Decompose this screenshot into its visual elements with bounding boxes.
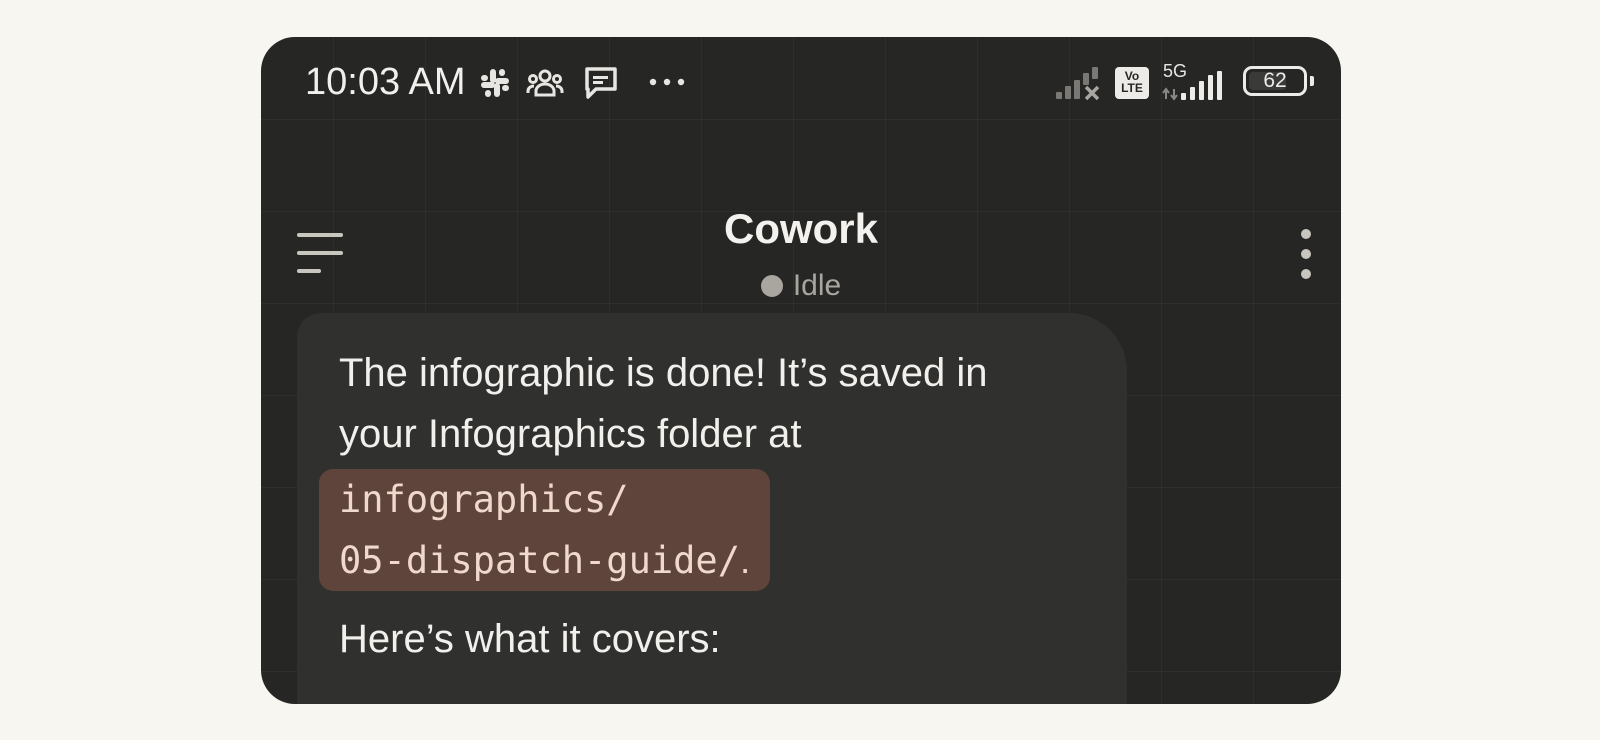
chat-icon	[585, 67, 617, 99]
message-line: Here’s what it covers:	[339, 617, 721, 661]
volte-label-bottom: LTE	[1121, 81, 1143, 95]
signal-5g-icon	[1162, 71, 1222, 101]
assistant-message-bubble: The infographic is done! It’s saved in y…	[297, 313, 1127, 704]
status-bar: 10:03 AM Vo LTE 5G 62	[261, 37, 1341, 129]
session-status: Idle	[261, 269, 1341, 303]
code-text: 05-dispatch-guide/	[339, 539, 740, 582]
message-body: The infographic is done! It’s saved in y…	[319, 343, 1099, 670]
more-options-button[interactable]	[1296, 229, 1316, 285]
status-time: 10:03 AM	[305, 61, 466, 103]
inline-code-path: infographics/ 05-dispatch-guide/.	[319, 469, 771, 591]
signal-x-icon	[1056, 67, 1100, 101]
volte-icon: Vo LTE	[1115, 67, 1149, 99]
code-line-2: 05-dispatch-guide/.	[339, 530, 750, 591]
status-dot	[760, 275, 783, 297]
message-line: The infographic is done! It’s saved in	[339, 351, 988, 395]
volte-label-top: Vo	[1124, 69, 1140, 83]
message-line: your Infographics folder at	[339, 412, 802, 456]
code-line: infographics/	[339, 478, 629, 521]
kebab-dot	[1301, 229, 1311, 239]
battery-tip	[1310, 76, 1314, 86]
more-dots-icon	[649, 78, 685, 86]
kebab-dot	[1301, 249, 1311, 259]
kebab-dot	[1301, 269, 1311, 279]
battery-icon: 62	[1243, 66, 1307, 96]
code-suffix: .	[739, 540, 751, 581]
status-label: Idle	[792, 269, 842, 302]
phone-screen: 10:03 AM Vo LTE 5G 62 Cowork Idle The in…	[261, 37, 1341, 704]
battery-level: 62	[1263, 69, 1287, 92]
group-icon	[526, 69, 564, 97]
page-title: Cowork	[723, 205, 878, 252]
slack-icon	[481, 69, 509, 97]
